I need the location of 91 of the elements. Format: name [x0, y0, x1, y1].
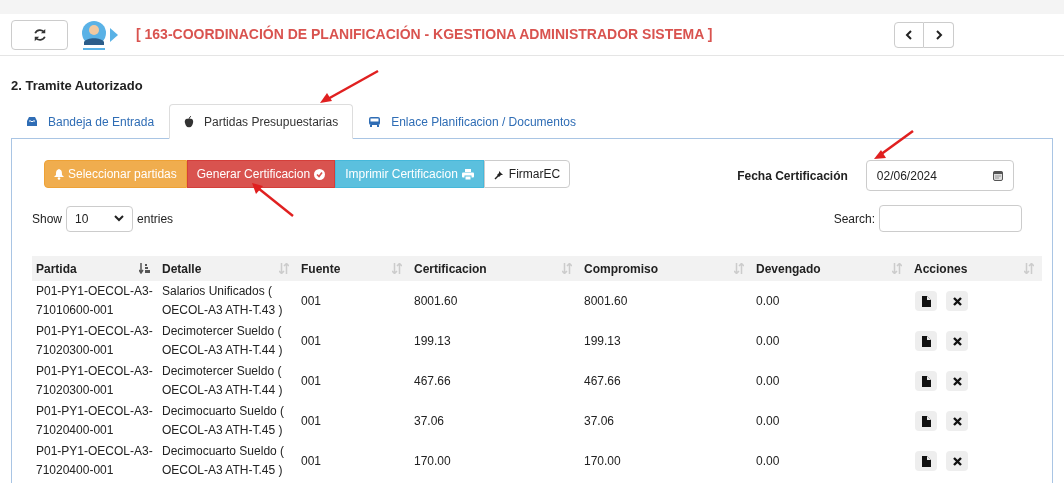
delete-button[interactable] [946, 331, 968, 351]
certificacion-cell: 37.06 [414, 413, 445, 428]
show-label: Show [32, 210, 63, 228]
column-header[interactable]: Devengado [752, 256, 910, 281]
user-avatar-icon [80, 19, 108, 50]
column-header[interactable]: Partida [32, 256, 158, 281]
partida-cell: P01-PY1-OECOL-A3-71020300-001 [36, 324, 153, 357]
check-circle-icon [314, 168, 326, 180]
section-title: 2. Tramite Autorizado [11, 78, 143, 93]
certificacion-cell: 170.00 [414, 453, 451, 468]
close-icon [952, 416, 962, 426]
document-icon [921, 375, 931, 387]
apple-icon [184, 115, 195, 128]
column-header[interactable]: Certificacion [410, 256, 580, 281]
tab[interactable]: Partidas Presupuestarias [169, 104, 354, 139]
annotation-arrow [872, 129, 915, 161]
partida-cell: P01-PY1-OECOL-A3-71010600-001 [36, 284, 153, 317]
fuente-cell: 001 [301, 373, 322, 388]
pushpin-icon [493, 168, 505, 180]
partida-cell: P01-PY1-OECOL-A3-71020300-001 [36, 364, 153, 397]
document-button[interactable] [915, 291, 937, 311]
fuente-cell: 001 [301, 453, 322, 468]
header-title: [ 163-COORDINACIÓN DE PLANIFICACIÓN - KGESTIONA ADMINISTRADOR SISTEMA ] [136, 24, 713, 44]
close-icon [952, 456, 962, 466]
toolbar-button[interactable]: FirmarEC [483, 160, 571, 188]
column-header[interactable]: Fuente [297, 256, 410, 281]
annotation-arrow [318, 69, 380, 105]
devengado-cell: 0.00 [756, 293, 780, 308]
document-icon [921, 415, 931, 427]
delete-button[interactable] [946, 291, 968, 311]
delete-button[interactable] [946, 411, 968, 431]
document-button[interactable] [915, 331, 937, 351]
triangle-icon [110, 27, 118, 42]
document-button[interactable] [915, 371, 937, 391]
document-icon [921, 335, 931, 347]
tab[interactable]: Bandeja de Entrada [11, 104, 170, 139]
previous-button[interactable] [894, 21, 924, 48]
document-icon [921, 295, 931, 307]
date-field[interactable]: 02/06/2024 [865, 160, 1014, 191]
printer-icon [461, 168, 474, 180]
refresh-button[interactable] [11, 19, 68, 50]
bus-icon [368, 116, 382, 127]
fuente-cell: 001 [301, 293, 322, 308]
date-label: Fecha Certificación [737, 168, 848, 185]
certificacion-cell: 467.66 [414, 373, 451, 388]
tab[interactable]: Enlace Planificacion / Documentos [353, 104, 591, 139]
column-header[interactable]: Detalle [158, 256, 297, 281]
search-field[interactable] [879, 205, 1022, 232]
devengado-cell: 0.00 [756, 333, 780, 348]
detalle-cell: Salarios Unificados ( OECOL-A3 ATH-T.43 ) [162, 284, 283, 317]
close-icon [952, 296, 962, 306]
close-icon [952, 336, 962, 346]
compromiso-cell: 170.00 [584, 453, 621, 468]
detalle-cell: Decimocuarto Sueldo ( OECOL-A3 ATH-T.45 ) [162, 444, 285, 477]
document-button[interactable] [915, 451, 937, 471]
next-button[interactable] [924, 21, 954, 48]
bell-icon [54, 168, 64, 180]
column-header[interactable]: Compromiso [580, 256, 752, 281]
partida-cell: P01-PY1-OECOL-A3-71020400-001 [36, 444, 153, 477]
devengado-cell: 0.00 [756, 453, 780, 468]
entries-label: entries [137, 210, 174, 228]
compromiso-cell: 467.66 [584, 373, 621, 388]
refresh-icon [32, 27, 47, 42]
entries-select[interactable]: 10 [66, 205, 134, 232]
fuente-cell: 001 [301, 413, 322, 428]
delete-button[interactable] [946, 371, 968, 391]
devengado-cell: 0.00 [756, 373, 780, 388]
inbox-icon [26, 116, 38, 127]
document-icon [921, 455, 931, 467]
partida-cell: P01-PY1-OECOL-A3-71020400-001 [36, 404, 153, 437]
devengado-cell: 0.00 [756, 413, 780, 428]
detalle-cell: Decimocuarto Sueldo ( OECOL-A3 ATH-T.45 ) [162, 404, 285, 437]
compromiso-cell: 8001.60 [584, 293, 628, 308]
chevron-down-icon [114, 215, 125, 222]
certificacion-cell: 199.13 [414, 333, 451, 348]
chevron-right-icon [934, 29, 943, 40]
close-icon [952, 376, 962, 386]
detalle-cell: Decimotercer Sueldo ( OECOL-A3 ATH-T.44 ) [162, 364, 283, 397]
compromiso-cell: 199.13 [584, 333, 621, 348]
chevron-left-icon [905, 29, 913, 40]
fuente-cell: 001 [301, 333, 322, 348]
annotation-arrow [250, 181, 295, 218]
search-label: Search: [833, 210, 875, 228]
document-button[interactable] [915, 411, 937, 431]
column-header[interactable]: Acciones [910, 256, 1042, 281]
calendar-icon [992, 170, 1003, 181]
certificacion-cell: 8001.60 [414, 293, 458, 308]
detalle-cell: Decimotercer Sueldo ( OECOL-A3 ATH-T.44 ) [162, 324, 283, 357]
toolbar-button[interactable]: Generar Certificacion [186, 160, 336, 188]
delete-button[interactable] [946, 451, 968, 471]
compromiso-cell: 37.06 [584, 413, 615, 428]
